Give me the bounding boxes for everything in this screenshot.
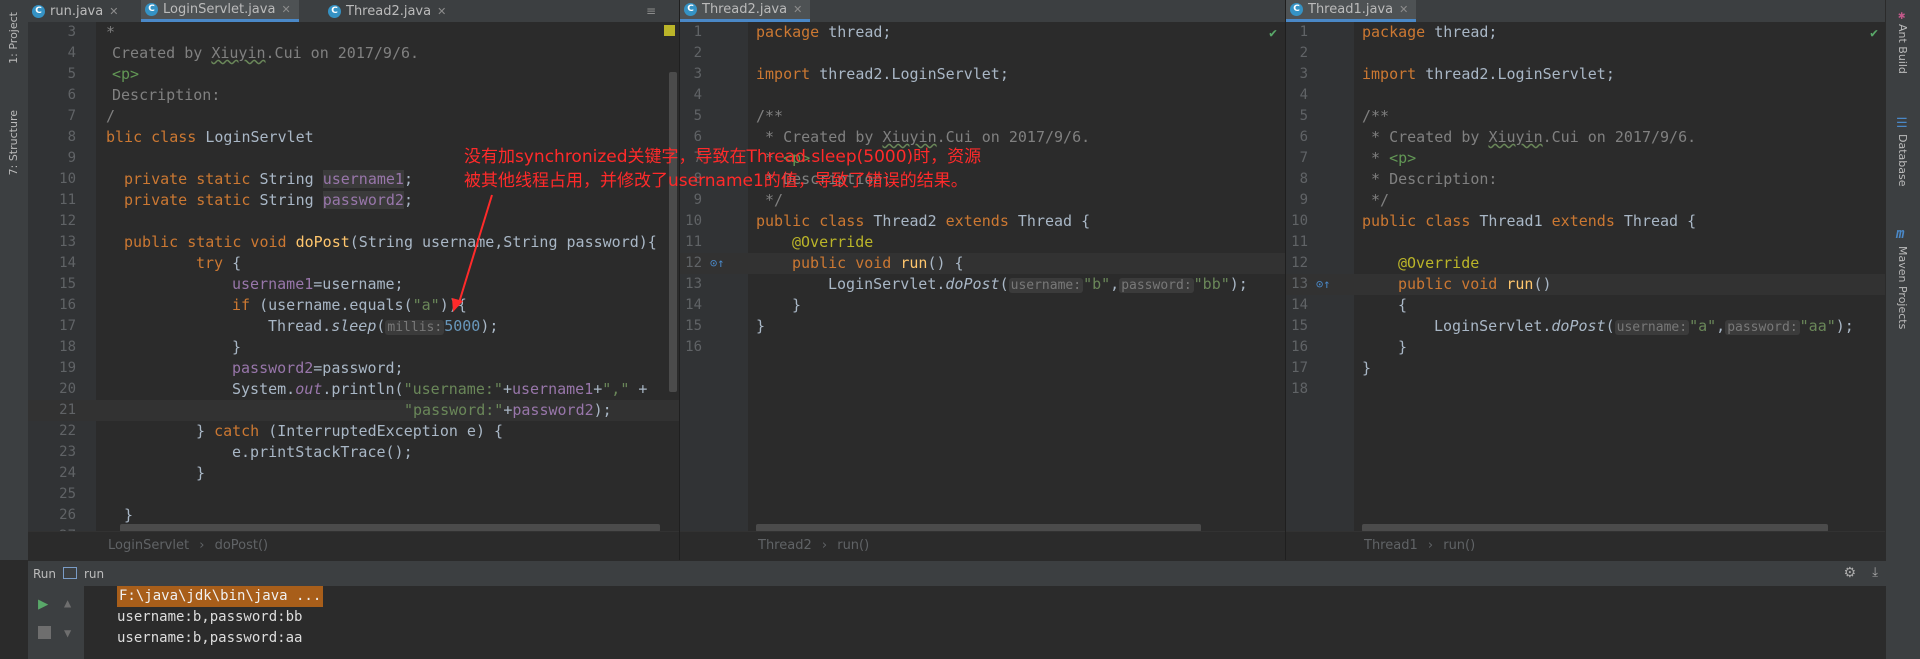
console-command-line[interactable]: F:\java\jdk\bin\java ... <box>117 586 324 607</box>
maven-projects-tool-tab[interactable]: Maven Projects <box>1896 246 1909 329</box>
ant-icon: ✱ <box>1898 8 1906 22</box>
console-output-line: username:b,password:aa <box>117 630 303 646</box>
database-icon: ☰ <box>1896 116 1908 131</box>
run-config-icon <box>63 567 77 579</box>
scroll-down-icon[interactable]: ▼ <box>64 626 71 640</box>
gear-icon[interactable]: ⚙ <box>1843 565 1856 581</box>
maven-icon: m <box>1896 226 1905 242</box>
ant-build-tool-tab[interactable]: Ant Build <box>1896 24 1909 74</box>
rerun-icon[interactable]: ▶ <box>38 594 48 614</box>
run-toolbar: ▶ ▲ ▼ <box>28 586 85 659</box>
stop-icon[interactable] <box>38 626 51 639</box>
right-tool-strip: ✱ Ant Build ☰ Database m Maven Projects <box>1885 0 1920 659</box>
console-output-line: username:b,password:bb <box>117 609 303 625</box>
database-tool-tab[interactable]: Database <box>1896 134 1909 187</box>
run-config-label[interactable]: run <box>84 567 104 581</box>
console-output[interactable]: F:\java\jdk\bin\java ... username:b,pass… <box>85 586 1886 659</box>
run-panel-title[interactable]: Run <box>33 567 56 581</box>
run-panel-header: Run run ⚙ ⤓ <box>28 560 1886 587</box>
scroll-up-icon[interactable]: ▲ <box>64 596 71 610</box>
hide-panel-icon[interactable]: ⤓ <box>1872 565 1878 580</box>
